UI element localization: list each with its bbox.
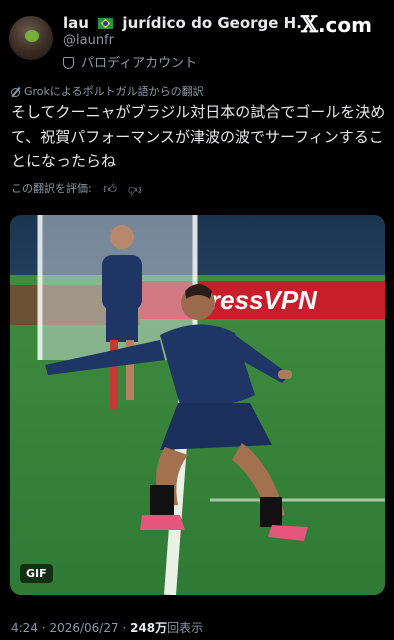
brazil-flag-icon xyxy=(98,18,114,29)
user-handle[interactable]: @launfr xyxy=(63,33,114,48)
view-label: 回表示 xyxy=(167,621,204,635)
thumbs-down-icon[interactable]: 👍︎ xyxy=(128,182,142,197)
x-logo-text: .com xyxy=(317,13,372,37)
gif-badge: GIF xyxy=(20,564,53,583)
grok-icon xyxy=(11,88,20,97)
x-logo: 𝕏.com xyxy=(301,12,372,38)
meta-separator-2: · xyxy=(122,621,127,635)
post-time[interactable]: 4:24 xyxy=(11,621,38,635)
mask-icon xyxy=(63,57,74,69)
display-name-suffix: jurídico do George H... xyxy=(122,14,303,32)
translation-notice: Grokによるポルトガル語からの翻訳 xyxy=(11,83,204,99)
parody-label: パロディアカウント xyxy=(63,52,197,71)
translation-rating: この翻訳を評価: 👍︎ 👍︎ xyxy=(11,180,142,197)
ad-board-text: ressVPN xyxy=(210,285,318,315)
translation-notice-text: Grokによるポルトガル語からの翻訳 xyxy=(24,85,204,98)
meta-separator: · xyxy=(41,621,46,635)
thumbs-up-icon[interactable]: 👍︎ xyxy=(103,182,117,197)
gif-media[interactable]: ressVPN xyxy=(10,215,385,595)
avatar[interactable] xyxy=(9,16,53,60)
post-header: lau jurídico do George H... @launfr パロディ… xyxy=(0,0,394,76)
display-name-prefix: lau xyxy=(63,14,89,32)
post-date[interactable]: 2026/06/27 xyxy=(49,621,118,635)
post-meta: 4:24 · 2026/06/27 · 248万回表示 xyxy=(11,619,203,636)
tweet-text: そしてクーニャがブラジル対日本の試合でゴールを決めて、祝賀パフォーマンスが津波の… xyxy=(11,103,386,170)
x-logo-mark: 𝕏 xyxy=(300,12,318,38)
gif-frame: ressVPN xyxy=(10,215,385,595)
parody-label-text: パロディアカウント xyxy=(81,56,198,71)
display-name[interactable]: lau jurídico do George H... xyxy=(63,14,303,32)
rate-label: この翻訳を評価: xyxy=(11,182,92,195)
view-count: 248万 xyxy=(130,621,168,635)
